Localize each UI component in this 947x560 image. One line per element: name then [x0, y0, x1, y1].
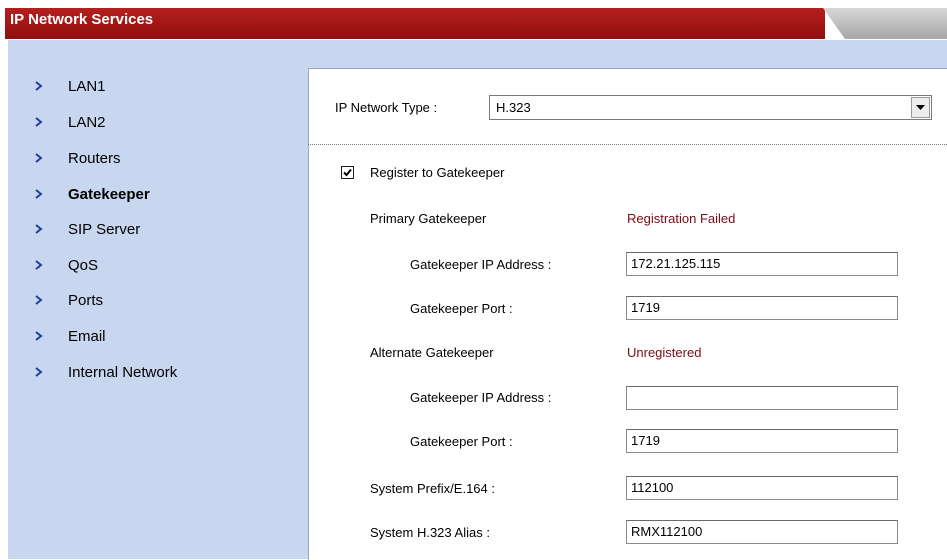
sidebar-item-label: Internal Network [68, 363, 178, 381]
chevron-right-icon [32, 224, 46, 234]
primary-status: Registration Failed [627, 211, 736, 226]
system-prefix-label: System Prefix/E.164 : [370, 481, 495, 496]
checkmark-icon [343, 168, 352, 177]
alternate-ip-label: Gatekeeper IP Address : [410, 390, 552, 405]
chevron-right-icon [32, 367, 46, 377]
title-bar: IP Network Services [0, 0, 947, 40]
alternate-port-input[interactable]: 1719 [626, 429, 898, 453]
system-alias-label: System H.323 Alias : [370, 525, 490, 540]
network-type-label: IP Network Type : [335, 100, 438, 115]
alternate-port-label: Gatekeeper Port : [410, 434, 513, 449]
chevron-right-icon [32, 81, 46, 91]
dropdown-arrow-icon[interactable] [911, 97, 930, 118]
alternate-status: Unregistered [627, 345, 702, 360]
primary-port-input[interactable]: 1719 [626, 296, 898, 320]
network-type-value: H.323 [496, 100, 531, 115]
alternate-ip-input[interactable] [626, 386, 898, 410]
primary-ip-label: Gatekeeper IP Address : [410, 257, 552, 272]
chevron-right-icon [32, 331, 46, 341]
sidebar-item-label: LAN1 [68, 77, 106, 95]
sidebar-item-label: SIP Server [68, 220, 141, 238]
sidebar-item-internal-network[interactable]: Internal Network [32, 360, 177, 384]
sidebar-item-lan2[interactable]: LAN2 [32, 110, 106, 134]
sidebar-item-label: Routers [68, 149, 121, 167]
title-bar-tab [823, 8, 947, 39]
sidebar-item-routers[interactable]: Routers [32, 146, 121, 170]
chevron-right-icon [32, 117, 46, 127]
system-prefix-input[interactable]: 112100 [626, 476, 898, 500]
chevron-right-icon [32, 189, 46, 199]
sidebar-item-label: Gatekeeper [68, 185, 150, 203]
sidebar-item-label: Email [68, 327, 106, 345]
chevron-right-icon [32, 260, 46, 270]
sidebar-item-label: LAN2 [68, 113, 106, 131]
register-checkbox[interactable] [341, 166, 354, 179]
page-title: IP Network Services [10, 11, 154, 28]
register-label: Register to Gatekeeper [370, 165, 505, 180]
system-alias-input[interactable]: RMX112100 [626, 520, 898, 544]
sidebar-item-gatekeeper[interactable]: Gatekeeper [32, 182, 150, 206]
network-type-select[interactable]: H.323 [489, 95, 932, 120]
sidebar-item-lan1[interactable]: LAN1 [32, 74, 106, 98]
primary-gatekeeper-label: Primary Gatekeeper [370, 211, 487, 226]
sidebar-item-label: QoS [68, 256, 99, 274]
chevron-right-icon [32, 295, 46, 305]
sidebar-item-sip-server[interactable]: SIP Server [32, 217, 140, 241]
chevron-right-icon [32, 153, 46, 163]
sidebar-item-ports[interactable]: Ports [32, 288, 103, 312]
sidebar-item-email[interactable]: Email [32, 324, 106, 348]
sidebar-item-label: Ports [68, 291, 104, 309]
primary-ip-input[interactable]: 172.21.125.115 [626, 252, 898, 276]
alternate-gatekeeper-label: Alternate Gatekeeper [370, 345, 494, 360]
primary-port-label: Gatekeeper Port : [410, 301, 513, 316]
divider [308, 144, 947, 145]
sidebar-item-qos[interactable]: QoS [32, 253, 98, 277]
